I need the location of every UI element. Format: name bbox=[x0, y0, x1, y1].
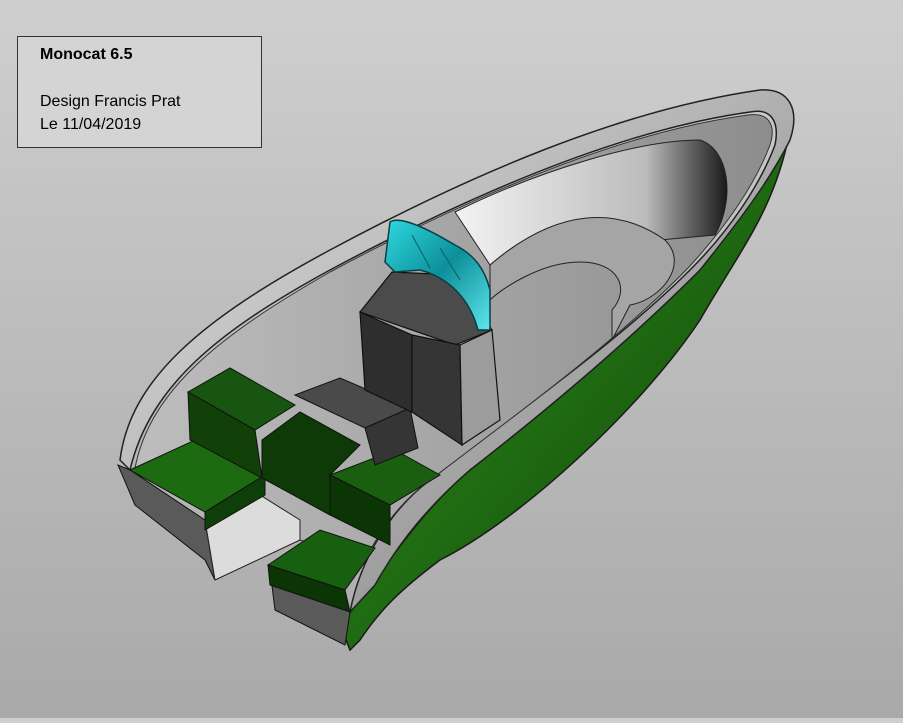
designer-credit: Design Francis Prat bbox=[40, 93, 181, 110]
design-date: Le 11/04/2019 bbox=[40, 116, 142, 133]
title-box: Monocat 6.5 Design Francis Prat Le 11/04… bbox=[17, 36, 262, 148]
model-name: Monocat 6.5 bbox=[40, 46, 133, 63]
